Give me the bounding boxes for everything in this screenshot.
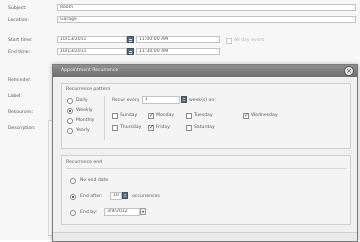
day-monday-label: Monday — [156, 113, 175, 118]
radio-end-by[interactable] — [70, 210, 76, 216]
location-input[interactable]: Garage — [57, 16, 356, 23]
label-label: Label: — [8, 94, 22, 99]
radio-weekly[interactable] — [67, 108, 73, 114]
dialog-title: Appointment Recurrence — [61, 68, 119, 73]
recurrence-pattern-title: Recurrence pattern — [66, 87, 111, 92]
resources-label: Resources: — [8, 110, 34, 115]
day-tuesday-label: Tuesday — [194, 113, 213, 118]
end-after-label: End after: — [80, 194, 103, 199]
start-time-input[interactable]: 11:00:00 AM — [136, 36, 220, 43]
checkbox-tuesday[interactable] — [186, 113, 192, 119]
recurrence-end-group: Recurrence end No end date End after: 10… — [61, 155, 351, 225]
radio-yearly[interactable] — [67, 128, 73, 134]
chevron-down-icon[interactable] — [140, 208, 146, 215]
radio-daily[interactable] — [67, 98, 73, 104]
recur-every-input[interactable]: 1 — [142, 96, 180, 104]
end-by-input[interactable]: 3/9/2012 — [104, 208, 140, 216]
option-weekly-label: Weekly — [76, 108, 93, 113]
start-time-label: Start time: — [8, 38, 33, 43]
end-date-input[interactable]: 10/13/2011 — [57, 48, 127, 55]
location-label: Location: — [8, 18, 29, 23]
day-friday-label: Friday — [156, 125, 170, 130]
day-saturday-label: Saturday — [194, 125, 215, 130]
day-sunday-label: Sunday — [120, 113, 138, 118]
radio-end-after[interactable] — [70, 194, 76, 200]
checkbox-thursday[interactable] — [112, 125, 118, 131]
close-icon: × — [346, 67, 352, 75]
recurrence-end-title: Recurrence end — [66, 160, 103, 165]
all-day-label: All day event — [234, 38, 265, 43]
radio-no-end-date[interactable] — [70, 178, 76, 184]
recur-every-spinner[interactable] — [181, 96, 187, 103]
recurrence-pattern-group: Recurrence pattern Daily Weekly Monthly … — [61, 83, 351, 149]
reminder-label: Reminder: — [8, 78, 32, 83]
checkbox-wednesday[interactable] — [243, 112, 249, 119]
start-date-input[interactable]: 10/13/2011 — [57, 36, 127, 43]
radio-monthly[interactable] — [67, 118, 73, 124]
recur-every-label: Recur every — [112, 98, 140, 103]
option-yearly-label: Yearly — [76, 128, 90, 133]
weeks-on-label: week(s) on: — [189, 98, 216, 103]
description-label: Description: — [8, 126, 36, 131]
calendar-icon[interactable] — [127, 36, 134, 43]
day-wednesday-label: Wednesday — [251, 113, 278, 118]
option-monthly-label: Monthly — [76, 118, 95, 123]
end-time-label: End time: — [8, 50, 31, 55]
subject-input[interactable]: Room — [57, 4, 356, 11]
end-time-input[interactable]: 11:30:00 AM — [136, 48, 220, 55]
end-after-spinner[interactable] — [122, 192, 128, 199]
all-day-checkbox[interactable] — [226, 38, 232, 44]
occurrences-label: occurrences — [132, 194, 160, 199]
checkbox-monday[interactable] — [148, 112, 154, 119]
end-by-label: End by: — [80, 210, 98, 215]
day-thursday-label: Thursday — [120, 125, 142, 130]
subject-label: Subject: — [8, 6, 27, 11]
no-end-date-label: No end date — [80, 178, 109, 183]
option-daily-label: Daily — [76, 98, 88, 103]
range-separator — [66, 168, 346, 169]
checkbox-sunday[interactable] — [112, 113, 118, 119]
pattern-divider — [104, 96, 105, 140]
dialog-titlebar[interactable]: Appointment Recurrence × — [53, 65, 357, 77]
end-after-input[interactable]: 10 — [110, 192, 122, 200]
calendar-icon[interactable] — [127, 48, 134, 55]
close-button[interactable]: × — [344, 66, 354, 76]
recurrence-dialog: Appointment Recurrence × Recurrence patt… — [52, 64, 358, 242]
checkbox-friday[interactable] — [148, 124, 154, 131]
checkbox-saturday[interactable] — [186, 125, 192, 131]
